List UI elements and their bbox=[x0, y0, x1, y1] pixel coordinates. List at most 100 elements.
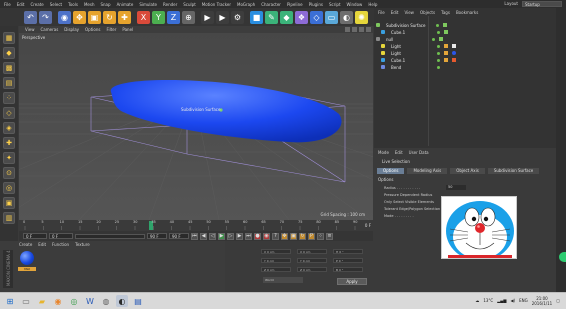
pressure-radius-option[interactable]: Pressure Dependent Radius bbox=[384, 193, 432, 197]
z-axis-icon[interactable]: Z bbox=[167, 10, 180, 24]
task-view-icon[interactable]: ▭ bbox=[20, 295, 32, 307]
edges-mode-icon[interactable]: ◇ bbox=[3, 107, 15, 119]
menu-sculpt[interactable]: Sculpt bbox=[183, 2, 196, 7]
undo-icon[interactable]: ↶ bbox=[24, 10, 37, 24]
floor-icon[interactable]: ▭ bbox=[325, 10, 338, 24]
position-z-field[interactable]: Z 0 cm bbox=[261, 267, 291, 272]
firefox-icon[interactable]: ◉ bbox=[52, 295, 64, 307]
go-to-start-icon[interactable]: ⏮ bbox=[191, 232, 198, 240]
deformer-icon[interactable]: ◇ bbox=[310, 10, 323, 24]
mat-menu-texture[interactable]: Texture bbox=[75, 242, 90, 247]
menu-select[interactable]: Select bbox=[50, 2, 62, 7]
tab-subdivision-surface[interactable]: Subdivision Surface bbox=[487, 168, 540, 174]
y-axis-icon[interactable]: Y bbox=[152, 10, 165, 24]
preview-range-slider[interactable] bbox=[75, 233, 145, 239]
menu-create[interactable]: Create bbox=[30, 2, 43, 7]
object-row[interactable]: Bend bbox=[376, 64, 554, 70]
weather-icon[interactable]: ☁ bbox=[475, 298, 479, 303]
rotate-icon[interactable]: ↻ bbox=[103, 10, 116, 24]
scale-icon[interactable]: ▣ bbox=[88, 10, 101, 24]
object-row[interactable]: Light bbox=[376, 50, 554, 56]
coordinate-system-icon[interactable]: ⊕ bbox=[182, 10, 195, 24]
scale-key-icon[interactable]: ▣ bbox=[290, 232, 297, 240]
current-frame-field[interactable]: 0 F bbox=[49, 233, 73, 239]
subdivision-icon[interactable]: ◆ bbox=[280, 10, 293, 24]
menu-tools[interactable]: Tools bbox=[68, 2, 78, 7]
file-explorer-icon[interactable]: ▰ bbox=[36, 295, 48, 307]
menu-mograph[interactable]: MoGraph bbox=[237, 2, 255, 7]
mode-option[interactable]: Mode . . . . . . . . . bbox=[384, 214, 414, 218]
size-y-field[interactable]: Y 0 cm bbox=[297, 258, 327, 263]
axis-mode-icon[interactable]: ✚ bbox=[3, 137, 15, 149]
word-icon[interactable]: W bbox=[84, 295, 96, 307]
obj-menu-file[interactable]: File bbox=[378, 10, 385, 15]
menu-mesh[interactable]: Mesh bbox=[84, 2, 95, 7]
vp-menu-panel[interactable]: Panel bbox=[122, 27, 133, 32]
obj-menu-bookmarks[interactable]: Bookmarks bbox=[456, 10, 478, 15]
volume-icon[interactable]: ◀) bbox=[510, 298, 515, 303]
visibility-dot-icon[interactable] bbox=[437, 44, 440, 48]
render-settings-icon[interactable]: ⚙ bbox=[231, 10, 244, 24]
light-icon[interactable]: ✺ bbox=[355, 10, 368, 24]
attr-menu-user-data[interactable]: User Data bbox=[409, 150, 429, 155]
play-icon[interactable]: ▶ bbox=[218, 232, 225, 240]
menu-character[interactable]: Character bbox=[261, 2, 281, 7]
object-row[interactable]: Subdivision Surface bbox=[376, 22, 554, 28]
tab-modeling-axis[interactable]: Modeling Axis bbox=[407, 168, 448, 174]
visibility-dot-icon[interactable] bbox=[437, 51, 440, 55]
chrome-icon[interactable]: ◎ bbox=[68, 295, 80, 307]
tab-object-axis[interactable]: Object Axis bbox=[450, 168, 485, 174]
snap-icon[interactable]: ⊙ bbox=[3, 167, 15, 179]
visibility-dot-icon[interactable] bbox=[436, 23, 439, 27]
camera-icon[interactable]: ◐ bbox=[340, 10, 353, 24]
clock[interactable]: 21:00 2016/1/11 bbox=[532, 296, 553, 306]
tab-options[interactable]: Options bbox=[377, 168, 405, 174]
vp-menu-options[interactable]: Options bbox=[85, 27, 100, 32]
record-icon[interactable]: ● bbox=[254, 232, 261, 240]
menu-window[interactable]: Window bbox=[347, 2, 363, 7]
position-y-field[interactable]: Y 0 cm bbox=[261, 258, 291, 263]
obj-menu-tags[interactable]: Tags bbox=[441, 10, 450, 15]
radius-field[interactable]: 50 bbox=[446, 185, 466, 190]
menu-simulate[interactable]: Simulate bbox=[139, 2, 157, 7]
notifications-icon[interactable]: ▢ bbox=[556, 298, 560, 303]
coordinate-space-select[interactable]: World bbox=[263, 277, 303, 283]
visibility-dot-icon[interactable] bbox=[432, 37, 435, 41]
tolerant-selection-option[interactable]: Tolerant Edge/Polygon Selection bbox=[384, 207, 440, 211]
size-x-field[interactable]: X 0 cm bbox=[297, 249, 327, 254]
tweak-mode-icon[interactable]: ✦ bbox=[3, 152, 15, 164]
start-frame-field[interactable]: 0 F bbox=[23, 233, 47, 239]
pen-icon[interactable]: ✎ bbox=[265, 10, 278, 24]
obj-menu-objects[interactable]: Objects bbox=[420, 10, 435, 15]
visibility-dot-icon[interactable] bbox=[437, 58, 440, 62]
mat-menu-edit[interactable]: Edit bbox=[38, 242, 46, 247]
workplane-icon[interactable]: ▤ bbox=[3, 77, 15, 89]
menu-motion-tracker[interactable]: Motion Tracker bbox=[202, 2, 231, 7]
object-row[interactable]: Cube.1 bbox=[376, 57, 554, 63]
point-level-icon[interactable]: ⁘ bbox=[317, 232, 324, 240]
perspective-viewport[interactable]: View Cameras Display Options Filter Pane… bbox=[19, 26, 373, 220]
recent-tools-icon[interactable]: ✚ bbox=[118, 10, 131, 24]
apply-button[interactable]: Apply bbox=[337, 278, 367, 285]
visibility-dot-icon[interactable] bbox=[437, 65, 440, 69]
planar-workplane-icon[interactable]: ▥ bbox=[3, 212, 15, 224]
make-editable-icon[interactable]: ▦ bbox=[3, 32, 15, 44]
rotation-p-field[interactable]: P 0 ° bbox=[333, 258, 363, 263]
timeline-menu-icon[interactable]: ≡ bbox=[326, 232, 333, 240]
menu-file[interactable]: File bbox=[4, 2, 11, 7]
app-icon[interactable]: ◍ bbox=[100, 295, 112, 307]
menu-snap[interactable]: Snap bbox=[100, 2, 110, 7]
solo-icon[interactable]: ◎ bbox=[3, 182, 15, 194]
rotation-h-field[interactable]: H 0 ° bbox=[333, 249, 363, 254]
viewport-canvas[interactable] bbox=[19, 26, 373, 220]
end-frame-field[interactable]: 90 F bbox=[147, 233, 167, 239]
language-indicator[interactable]: ENG bbox=[519, 298, 528, 303]
menu-help[interactable]: Help bbox=[368, 2, 377, 7]
toggle-view-icon[interactable] bbox=[366, 27, 371, 32]
autokey-icon[interactable]: ◉ bbox=[263, 232, 270, 240]
vp-menu-filter[interactable]: Filter bbox=[106, 27, 116, 32]
position-x-field[interactable]: X 0 cm bbox=[261, 249, 291, 254]
previous-frame-icon[interactable]: ◁ bbox=[209, 232, 216, 240]
visibility-dot-icon[interactable] bbox=[437, 30, 440, 34]
attr-menu-mode[interactable]: Mode bbox=[378, 150, 389, 155]
